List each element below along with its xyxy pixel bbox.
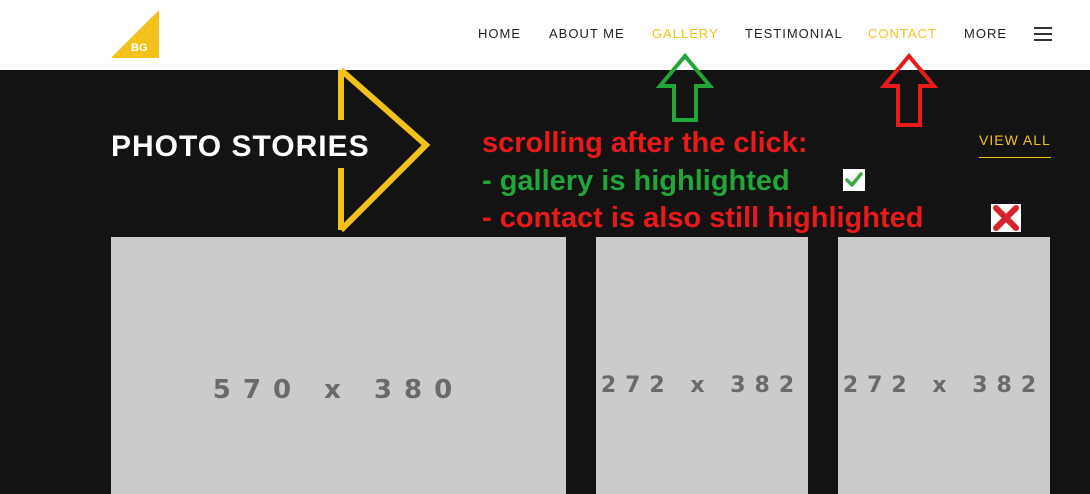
yellow-chevron-icon bbox=[338, 67, 431, 233]
photo-label-1: 570 x 380 bbox=[212, 374, 465, 405]
photo-label-3: 272 x 382 bbox=[842, 373, 1046, 398]
green-up-arrow-icon bbox=[655, 52, 715, 122]
annotation-line-3: - contact is also still highlighted bbox=[482, 202, 924, 234]
photo-label-2: 272 x 382 bbox=[600, 373, 804, 398]
cross-icon bbox=[991, 204, 1021, 232]
annotation-line-2: - gallery is highlighted bbox=[482, 165, 790, 197]
photo-placeholder-1[interactable]: 570 x 380 bbox=[111, 237, 566, 494]
annotation-line-1: scrolling after the click: bbox=[482, 127, 808, 159]
red-up-arrow-icon bbox=[879, 52, 939, 127]
photo-placeholder-2[interactable]: 272 x 382 bbox=[596, 237, 808, 494]
check-icon bbox=[843, 169, 865, 191]
photo-placeholder-3[interactable]: 272 x 382 bbox=[838, 237, 1050, 494]
